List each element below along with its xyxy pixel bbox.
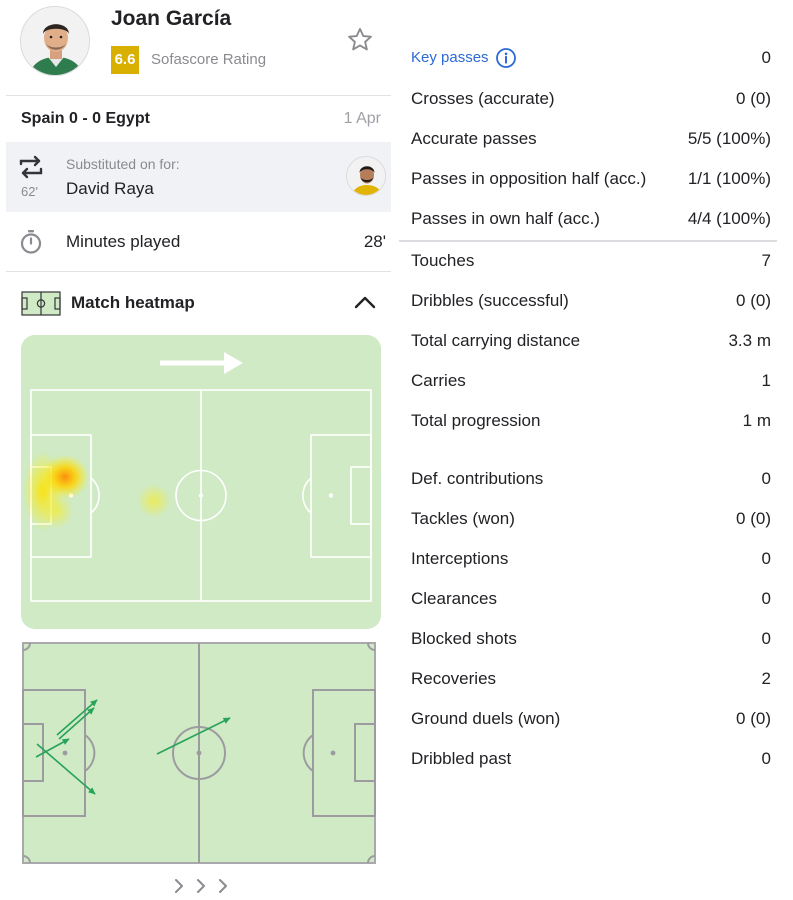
star-outline-icon[interactable] — [346, 26, 374, 54]
stat-label: Passes in own half (acc.) — [411, 209, 600, 228]
stat-row-crosses: Crosses (accurate) 0 (0) — [399, 79, 777, 119]
stat-label: Total carrying distance — [411, 331, 581, 350]
stat-value: 0 — [761, 48, 771, 67]
heatmap-pitch — [21, 335, 381, 629]
stat-value: 1 — [761, 371, 771, 390]
stat-row-dribbles: Dribbles (successful) 0 (0) — [399, 281, 777, 321]
match-date: 1 Apr — [343, 110, 381, 127]
stat-row-passes-own-half: Passes in own half (acc.) 4/4 (100%) — [399, 199, 777, 239]
substituted-player-avatar[interactable] — [346, 156, 386, 196]
swap-icon — [19, 155, 43, 179]
substitution-minute: 62' — [21, 184, 38, 199]
stat-label: Accurate passes — [411, 129, 537, 148]
rating-label: Sofascore Rating — [151, 51, 267, 68]
stat-label: Carries — [411, 371, 466, 390]
heatmap-header[interactable]: Match heatmap — [6, 272, 391, 332]
minutes-played-value: 28' — [363, 232, 386, 251]
substituted-player-portrait — [347, 157, 385, 195]
stat-value: 4/4 (100%) — [687, 209, 771, 228]
pass-map-pitch — [22, 642, 376, 864]
stat-label: Total progression — [411, 411, 541, 430]
stat-label[interactable]: Key passes — [411, 49, 489, 66]
stat-label: Clearances — [411, 589, 497, 608]
stat-label: Tackles (won) — [411, 509, 515, 528]
stat-row-total-progression: Total progression 1 m — [399, 401, 777, 441]
chevron-up-icon[interactable] — [353, 294, 377, 310]
stat-label: Blocked shots — [411, 629, 517, 648]
stat-value: 0 — [761, 749, 771, 768]
player-match-panel: Joan García 6.6 Sofascore Rating Spain 0… — [6, 0, 391, 900]
stat-value: 2 — [761, 669, 771, 688]
stat-value: 0 (0) — [736, 291, 771, 310]
stat-value: 0 — [761, 549, 771, 568]
stat-row-dribbled-past: Dribbled past 0 — [399, 739, 777, 779]
stat-value: 0 (0) — [736, 89, 771, 108]
stat-value: 0 — [761, 469, 771, 488]
player-header: Joan García 6.6 Sofascore Rating — [6, 0, 391, 96]
stat-value: 1 m — [742, 411, 771, 430]
substitution-label: Substituted on for: — [66, 156, 180, 172]
stat-label: Passes in opposition half (acc.) — [411, 169, 647, 188]
heatmap-title: Match heatmap — [71, 293, 195, 312]
stat-label: Interceptions — [411, 549, 509, 568]
stat-row-def-contributions: Def. contributions 0 — [399, 459, 777, 499]
stat-value: 5/5 (100%) — [687, 129, 771, 148]
stat-value: 0 — [761, 629, 771, 648]
player-name[interactable]: Joan García — [111, 7, 231, 31]
stat-value: 7 — [761, 251, 771, 270]
chevron-right-icon[interactable] — [172, 876, 232, 896]
player-portrait-image — [21, 7, 89, 75]
stat-value: 3.3 m — [728, 331, 771, 350]
stopwatch-icon — [20, 230, 42, 254]
substituted-player-name[interactable]: David Raya — [66, 179, 154, 199]
stat-row-tackles: Tackles (won) 0 (0) — [399, 499, 777, 539]
minutes-played-label: Minutes played — [66, 232, 181, 251]
pitch-icon — [21, 291, 61, 316]
match-summary-row[interactable]: Spain 0 - 0 Egypt 1 Apr — [6, 96, 391, 142]
substitution-box: 62' Substituted on for: David Raya — [6, 142, 391, 212]
stat-row-ground-duels: Ground duels (won) 0 (0) — [399, 699, 777, 739]
stat-row-blocked-shots: Blocked shots 0 — [399, 619, 777, 659]
stat-row-recoveries: Recoveries 2 — [399, 659, 777, 699]
minutes-played-row: Minutes played 28' — [6, 212, 391, 272]
stat-label: Recoveries — [411, 669, 497, 688]
stat-row-key-passes: Key passes 0 — [399, 38, 777, 78]
stat-row-passes-opposition-half: Passes in opposition half (acc.) 1/1 (10… — [399, 159, 777, 199]
stat-value: 1/1 (100%) — [687, 169, 771, 188]
stat-row-touches: Touches 7 — [399, 241, 777, 281]
stat-value: 0 (0) — [736, 509, 771, 528]
rating-badge: 6.6 — [111, 46, 139, 74]
player-statistics: Key passes 0 Crosses (accurate) 0 (0) Ac… — [399, 0, 777, 900]
stat-label: Def. contributions — [411, 469, 544, 488]
stat-value: 0 — [761, 589, 771, 608]
player-avatar[interactable] — [20, 6, 90, 76]
stat-row-interceptions: Interceptions 0 — [399, 539, 777, 579]
stat-label: Crosses (accurate) — [411, 89, 555, 108]
stat-row-carrying-distance: Total carrying distance 3.3 m — [399, 321, 777, 361]
stat-label: Dribbled past — [411, 749, 512, 768]
stat-row-clearances: Clearances 0 — [399, 579, 777, 619]
stat-value: 0 (0) — [736, 709, 771, 728]
info-icon[interactable] — [495, 47, 517, 69]
stat-label: Touches — [411, 251, 475, 270]
stat-label: Ground duels (won) — [411, 709, 561, 728]
stat-row-carries: Carries 1 — [399, 361, 777, 401]
stat-label: Dribbles (successful) — [411, 291, 569, 310]
stat-row-accurate-passes: Accurate passes 5/5 (100%) — [399, 119, 777, 159]
match-teams: Spain 0 - 0 Egypt — [21, 110, 150, 127]
